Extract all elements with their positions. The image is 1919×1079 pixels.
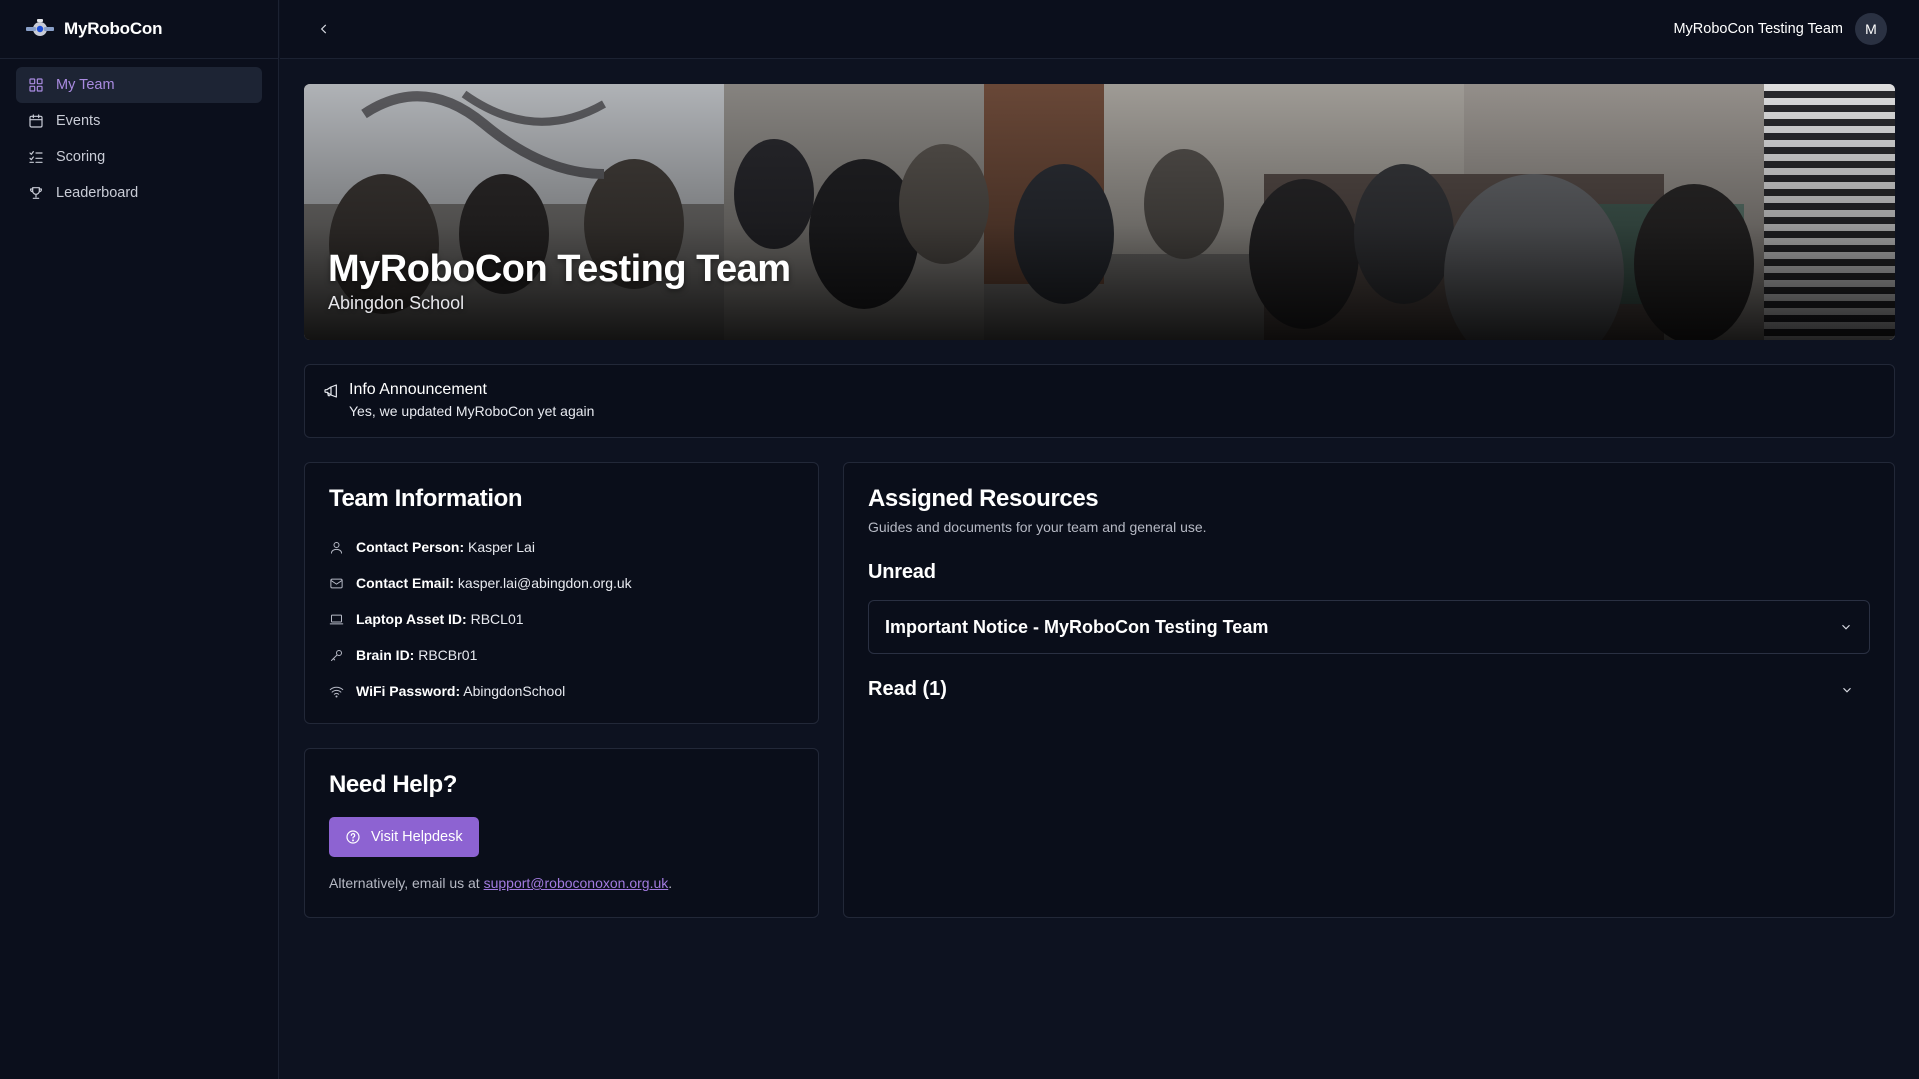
user-name: MyRoboCon Testing Team (1673, 21, 1843, 37)
assigned-resources-title: Assigned Resources (868, 485, 1099, 512)
help-note-prefix: Alternatively, email us at (329, 875, 484, 891)
announcement-title: Info Announcement (349, 381, 487, 398)
help-note: Alternatively, email us at support@roboc… (329, 875, 794, 891)
grid-icon (29, 78, 43, 92)
announcement: Info Announcement Yes, we updated MyRobo… (304, 364, 1895, 438)
info-row-brain-id: Brain ID: RBCBr01 (329, 637, 794, 673)
key-icon (331, 649, 342, 661)
app-name: MyRoboCon (64, 19, 163, 38)
support-email-link[interactable]: support@roboconoxon.org.uk (484, 875, 669, 891)
info-label: Contact Email: (356, 575, 455, 591)
team-information-title: Team Information (329, 485, 523, 512)
need-help-title: Need Help? (329, 771, 458, 798)
read-section-toggle[interactable]: Read (1) (868, 678, 1870, 701)
team-banner: MyRoboCon Testing Team Abingdon School (304, 84, 1895, 340)
robocon-logo-icon (26, 19, 54, 36)
info-label: Brain ID: (356, 647, 415, 663)
team-information-list: Contact Person: Kasper Lai Contact Email… (329, 529, 794, 709)
need-help-card: Need Help? Visit Helpdesk Alternatively,… (304, 748, 819, 918)
info-row-contact-email: Contact Email: kasper.lai@abingdon.org.u… (329, 565, 794, 601)
info-row-contact-person: Contact Person: Kasper Lai (329, 529, 794, 565)
brain-id-value: RBCBr01 (418, 647, 478, 663)
team-information-card: Team Information Contact Person: Kasper … (304, 462, 819, 724)
help-note-suffix: . (668, 875, 673, 891)
info-row-laptop-asset-id: Laptop Asset ID: RBCL01 (329, 601, 794, 637)
resource-accordion-important-notice[interactable]: Important Notice - MyRoboCon Testing Tea… (868, 600, 1870, 654)
announcement-body: Yes, we updated MyRoboCon yet again (349, 403, 595, 419)
collapse-sidebar-button[interactable] (314, 19, 334, 39)
wifi-password-value: AbingdonSchool (463, 683, 566, 699)
list-checks-icon (29, 151, 43, 163)
wifi-icon (329, 686, 344, 698)
sidebar: MyRoboCon My Team Events Scoring Leaderb… (0, 0, 279, 1079)
help-circle-icon (346, 830, 360, 844)
calendar-icon (29, 114, 43, 128)
sidebar-item-label: Events (56, 113, 101, 129)
contact-email-value: kasper.lai@abingdon.org.uk (457, 575, 632, 591)
brand[interactable]: MyRoboCon (0, 0, 278, 59)
chevron-left-icon (320, 24, 327, 34)
read-section-title: Read (1) (868, 678, 947, 700)
mail-icon (330, 578, 343, 588)
info-label: Contact Person: (356, 539, 465, 555)
sidebar-item-my-team[interactable]: My Team (16, 67, 262, 103)
unread-section-title: Unread (868, 561, 936, 583)
info-label: WiFi Password: (356, 683, 461, 699)
resource-title: Important Notice - MyRoboCon Testing Tea… (885, 616, 1269, 637)
main-content: MyRoboCon Testing Team Abingdon School I… (304, 84, 1895, 918)
sidebar-item-label: Leaderboard (56, 185, 139, 201)
topbar: MyRoboCon Testing Team M (280, 0, 1919, 59)
chevron-down-icon (1843, 687, 1851, 693)
sidebar-item-label: My Team (56, 77, 115, 93)
avatar[interactable]: M (1855, 13, 1887, 45)
sidebar-item-scoring[interactable]: Scoring (16, 139, 262, 175)
info-label: Laptop Asset ID: (356, 611, 467, 627)
sidebar-item-label: Scoring (56, 149, 106, 165)
info-row-wifi-password: WiFi Password: AbingdonSchool (329, 673, 794, 709)
visit-helpdesk-button[interactable]: Visit Helpdesk (329, 817, 479, 857)
assigned-resources-subtitle: Guides and documents for your team and g… (868, 519, 1207, 535)
megaphone-icon (324, 384, 337, 398)
sidebar-item-events[interactable]: Events (16, 103, 262, 139)
trophy-icon (29, 187, 43, 199)
chevron-down-icon (1842, 624, 1850, 630)
assigned-resources-card: Assigned Resources Guides and documents … (843, 462, 1895, 918)
sidebar-item-leaderboard[interactable]: Leaderboard (16, 175, 262, 211)
user-menu[interactable]: MyRoboCon Testing Team M (1673, 13, 1887, 45)
visit-helpdesk-label: Visit Helpdesk (371, 829, 463, 845)
team-banner-text: MyRoboCon Testing Team Abingdon School (328, 248, 791, 314)
laptop-icon (329, 614, 344, 624)
laptop-asset-id-value: RBCL01 (470, 611, 524, 627)
sidebar-nav: My Team Events Scoring Leaderboard (0, 59, 278, 219)
team-name: MyRoboCon Testing Team (328, 248, 791, 290)
school-name: Abingdon School (328, 293, 465, 313)
contact-person-value: Kasper Lai (468, 539, 535, 555)
user-icon (331, 541, 342, 554)
